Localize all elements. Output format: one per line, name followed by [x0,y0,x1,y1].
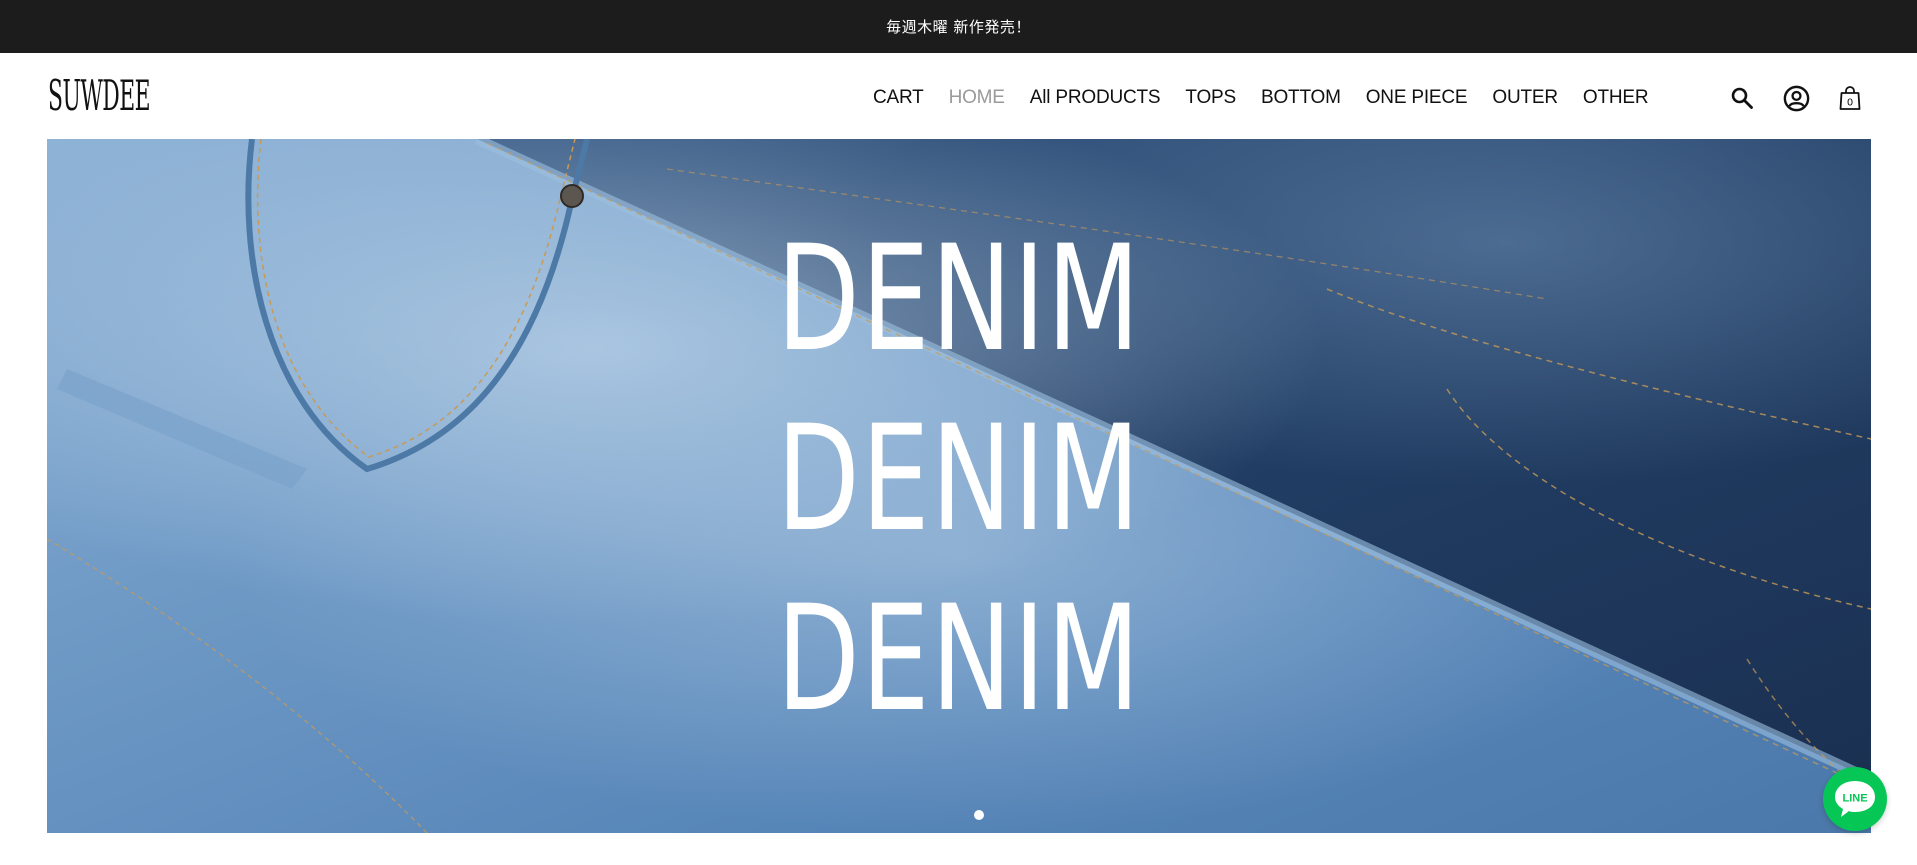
search-icon[interactable] [1727,83,1757,113]
line-icon: LINE [1835,781,1875,817]
nav-item-bottom[interactable]: BOTTOM [1261,87,1341,109]
hero-line-1: DENIM [776,214,1142,384]
nav-item-other[interactable]: OTHER [1583,87,1649,109]
nav-item-tops[interactable]: TOPS [1185,87,1236,109]
nav-item-outer[interactable]: OUTER [1492,87,1558,109]
header-icons: 0 [1727,81,1865,115]
nav-item-home[interactable]: HOME [949,87,1005,109]
main-nav: CART HOME All PRODUCTS TOPS BOTTOM ONE P… [873,81,1649,115]
line-chat-button[interactable]: LINE [1823,767,1887,831]
cart-bag-icon[interactable]: 0 [1835,83,1865,113]
hero-line-3: DENIM [776,574,1142,744]
line-label: LINE [1842,793,1867,805]
site-logo[interactable]: SUWDEE [48,73,151,119]
slide-indicator-dot[interactable] [974,810,984,820]
hero-banner[interactable]: DENIM DENIM DENIM [47,139,1871,833]
account-icon[interactable] [1781,83,1811,113]
hero-line-2: DENIM [776,394,1142,564]
nav-item-one-piece[interactable]: ONE PIECE [1366,87,1468,109]
nav-item-all-products[interactable]: All PRODUCTS [1030,87,1161,109]
site-header: SUWDEE CART HOME All PRODUCTS TOPS BOTTO… [0,53,1917,139]
announcement-text: 毎週木曜 新作発売！ [886,18,1031,36]
cart-count: 0 [1847,98,1853,109]
nav-item-cart[interactable]: CART [873,87,924,109]
announcement-bar: 毎週木曜 新作発売！ [0,0,1917,53]
